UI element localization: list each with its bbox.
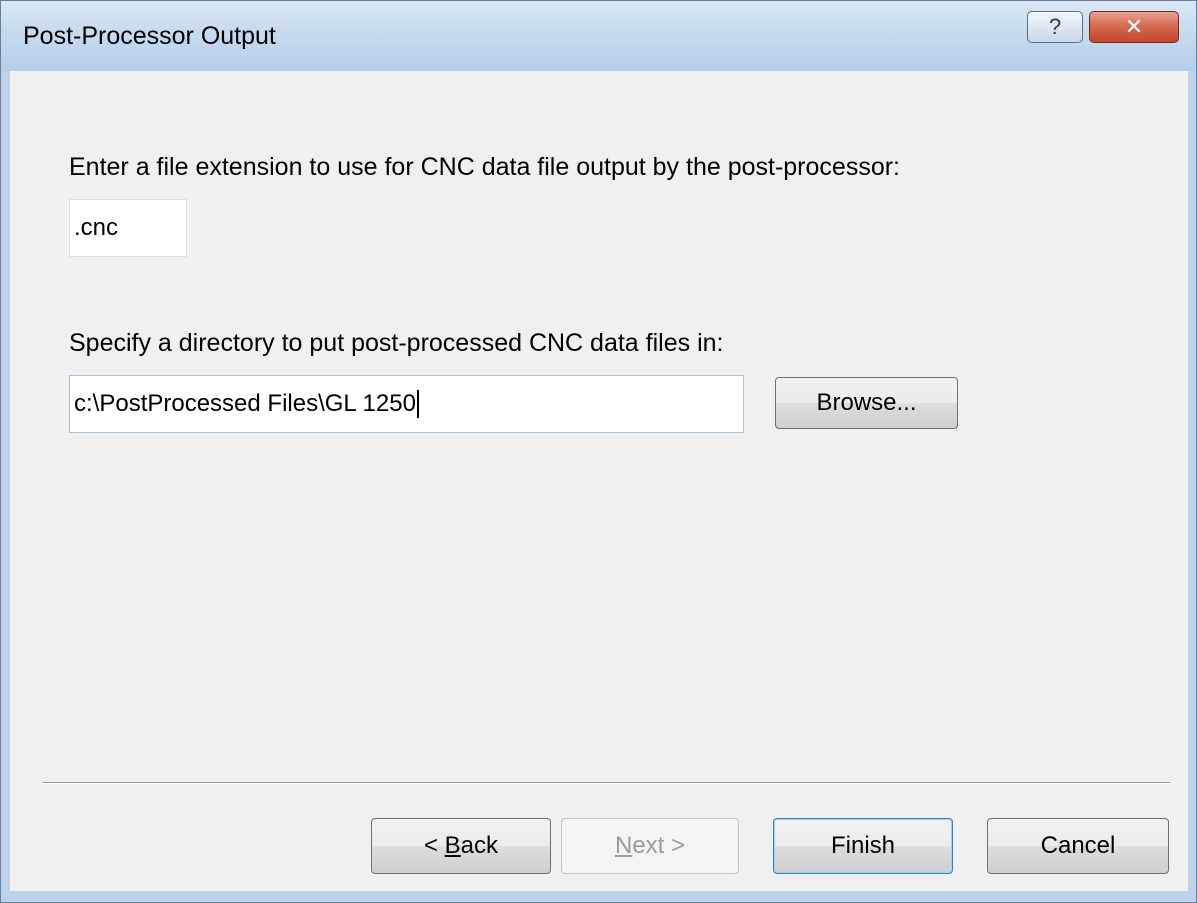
footer-divider xyxy=(42,782,1170,784)
back-button[interactable]: < Back xyxy=(371,818,551,874)
dialog-content: Enter a file extension to use for CNC da… xyxy=(10,71,1188,891)
next-button-label: Next > xyxy=(614,832,686,859)
dialog-window: Post-Processor Output ? ✕ Enter a file e… xyxy=(0,0,1197,903)
cancel-button[interactable]: Cancel xyxy=(987,818,1169,874)
text-caret xyxy=(416,390,419,418)
next-button[interactable]: Next > xyxy=(561,818,739,874)
help-icon: ? xyxy=(1048,14,1062,39)
finish-button-label: Finish xyxy=(830,832,896,859)
extension-input[interactable]: .cnc xyxy=(69,199,187,257)
back-button-label: < Back xyxy=(423,832,499,859)
cancel-button-label: Cancel xyxy=(1040,832,1116,859)
title-bar[interactable]: Post-Processor Output ? ✕ xyxy=(1,1,1196,71)
extension-label: Enter a file extension to use for CNC da… xyxy=(69,153,900,181)
help-button[interactable]: ? xyxy=(1027,11,1083,43)
directory-input[interactable]: c:\PostProcessed Files\GL 1250 xyxy=(69,375,744,433)
window-title: Post-Processor Output xyxy=(23,22,276,50)
close-icon: ✕ xyxy=(1124,14,1144,39)
directory-label: Specify a directory to put post-processe… xyxy=(69,329,724,357)
close-button[interactable]: ✕ xyxy=(1089,11,1179,43)
directory-value: c:\PostProcessed Files\GL 1250 xyxy=(74,390,416,417)
finish-button[interactable]: Finish xyxy=(773,818,953,874)
browse-button-label: Browse... xyxy=(816,389,917,416)
browse-button[interactable]: Browse... xyxy=(775,377,958,429)
extension-value: .cnc xyxy=(74,214,119,241)
